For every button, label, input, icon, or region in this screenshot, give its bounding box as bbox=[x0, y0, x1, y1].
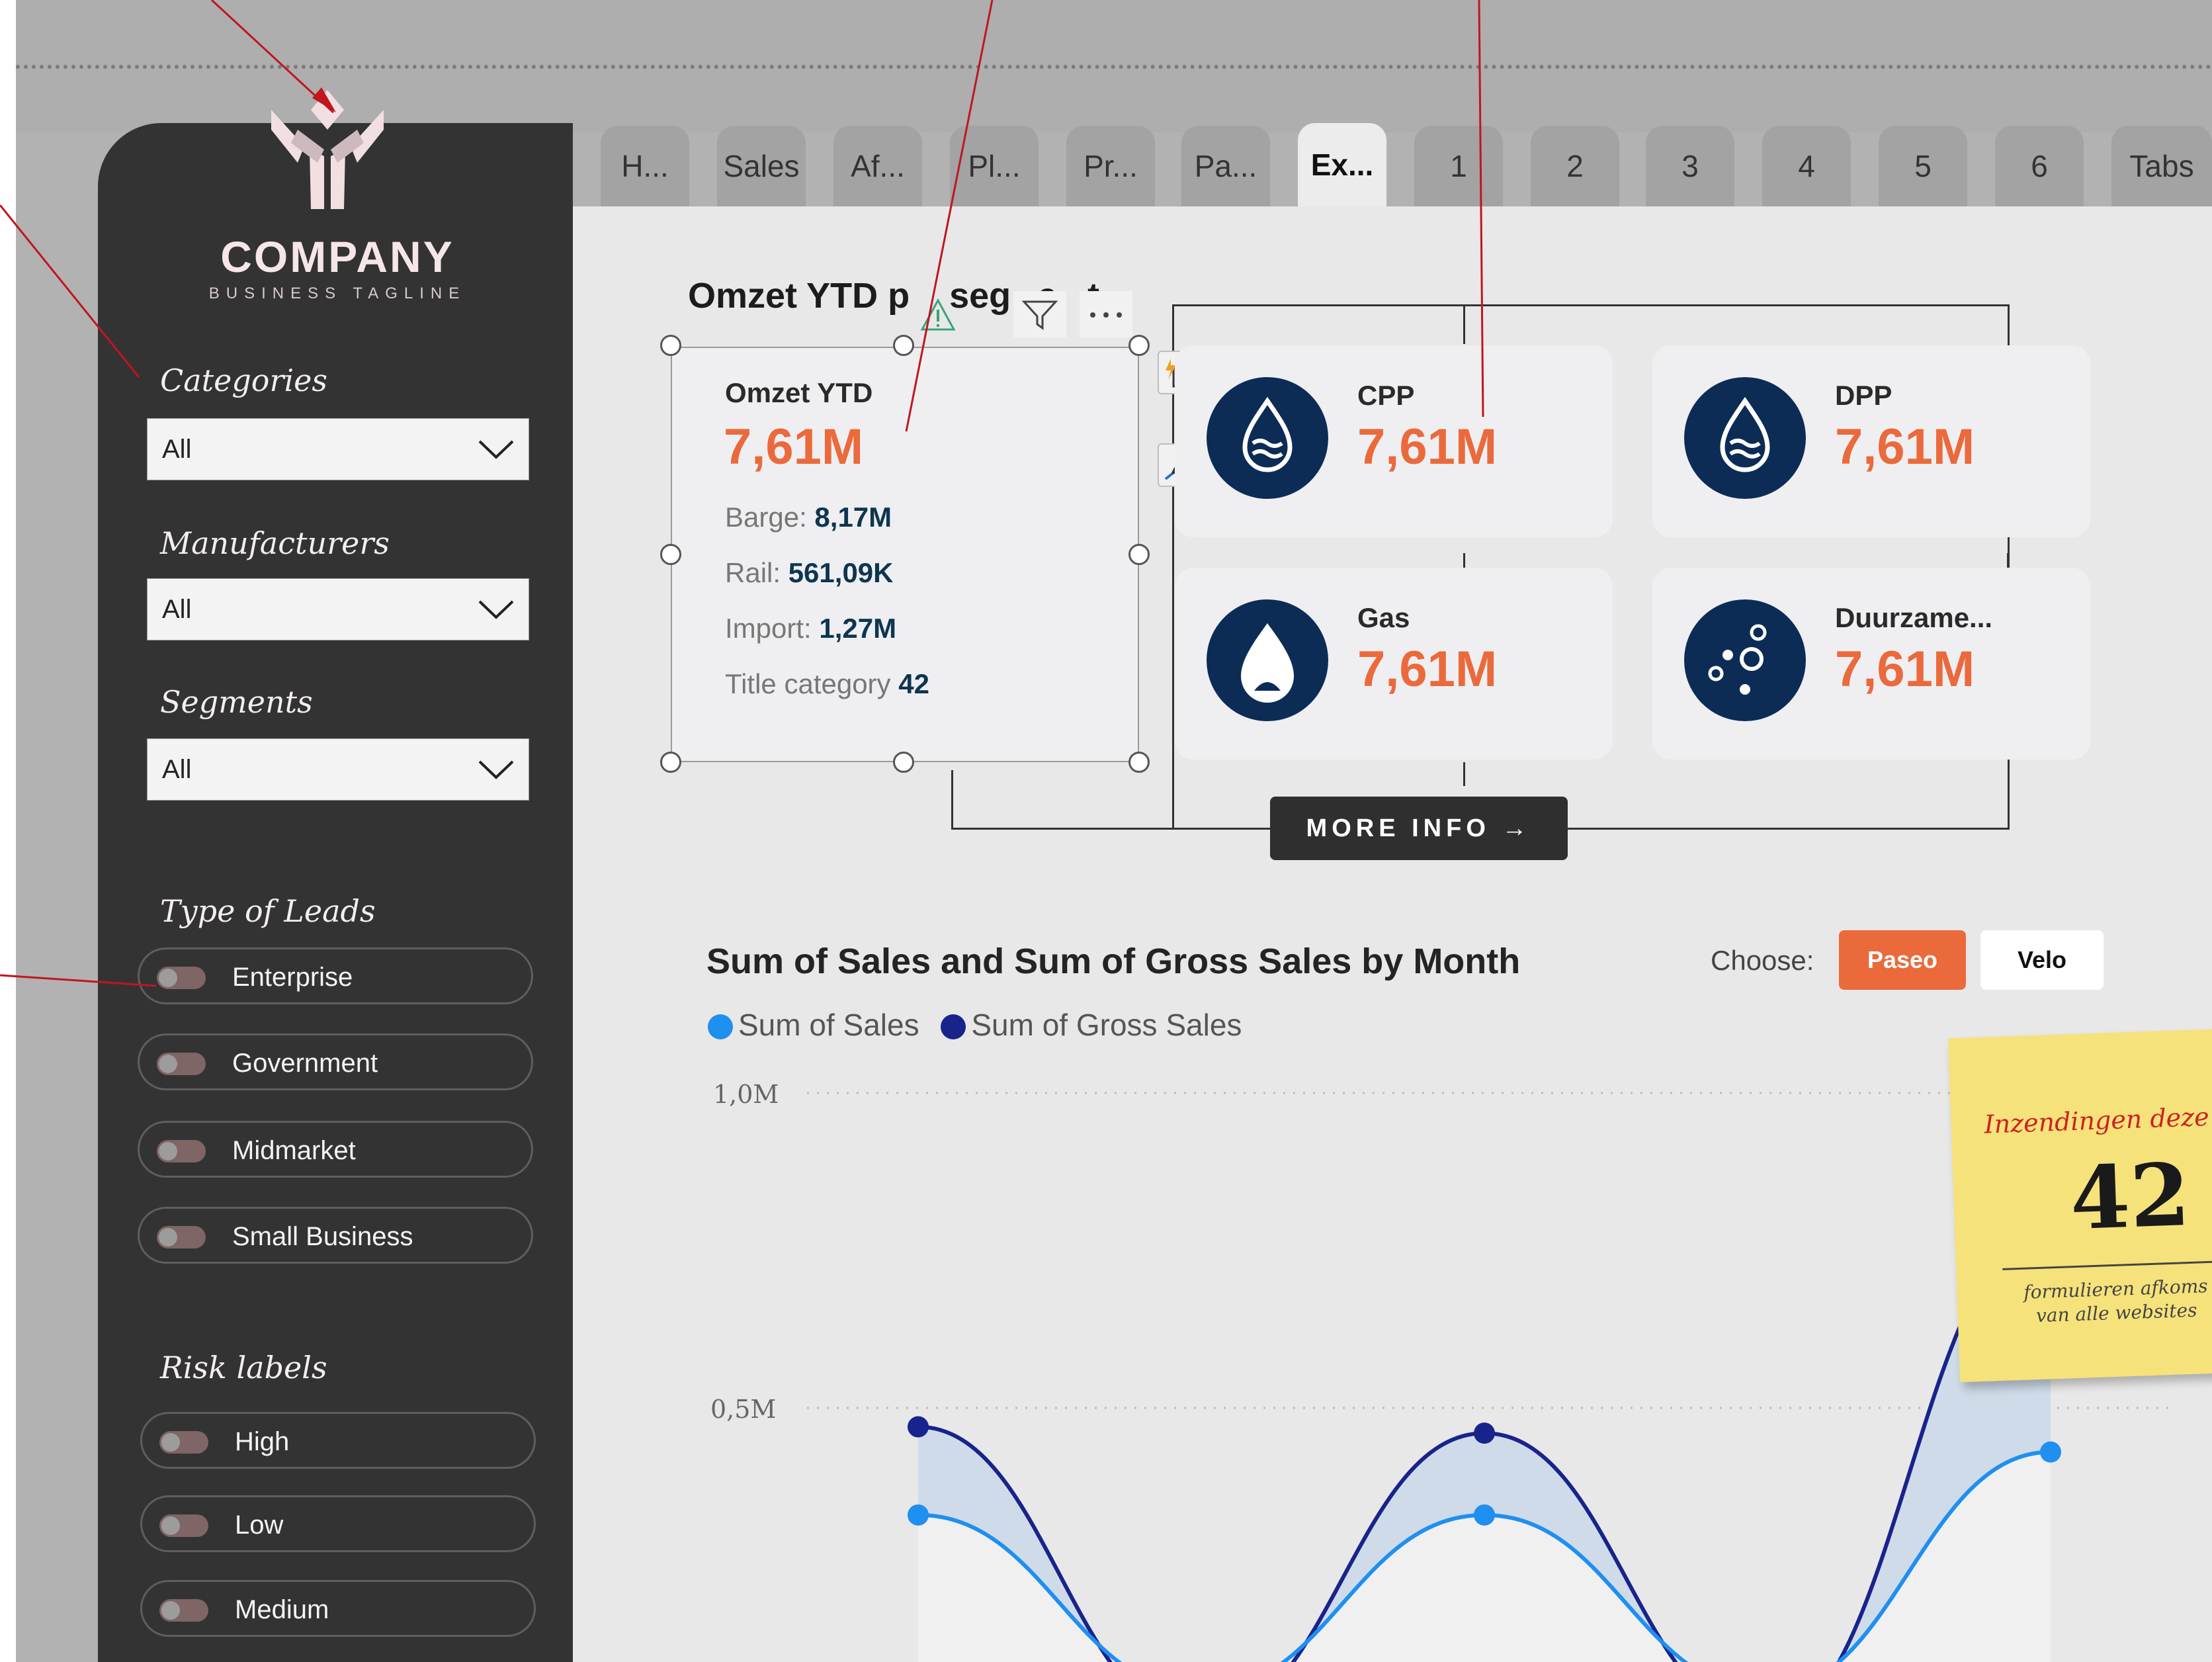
annotation-arrowhead bbox=[312, 87, 336, 112]
annotation-line bbox=[0, 974, 157, 987]
annotation-lines bbox=[0, 0, 1484, 987]
annotation-line bbox=[1478, 0, 1484, 417]
report-screenshot: COMPANY BUSINESS TAGLINE Categories All … bbox=[0, 0, 2212, 1662]
annotation-line bbox=[905, 0, 994, 432]
annotation-line bbox=[0, 204, 140, 378]
